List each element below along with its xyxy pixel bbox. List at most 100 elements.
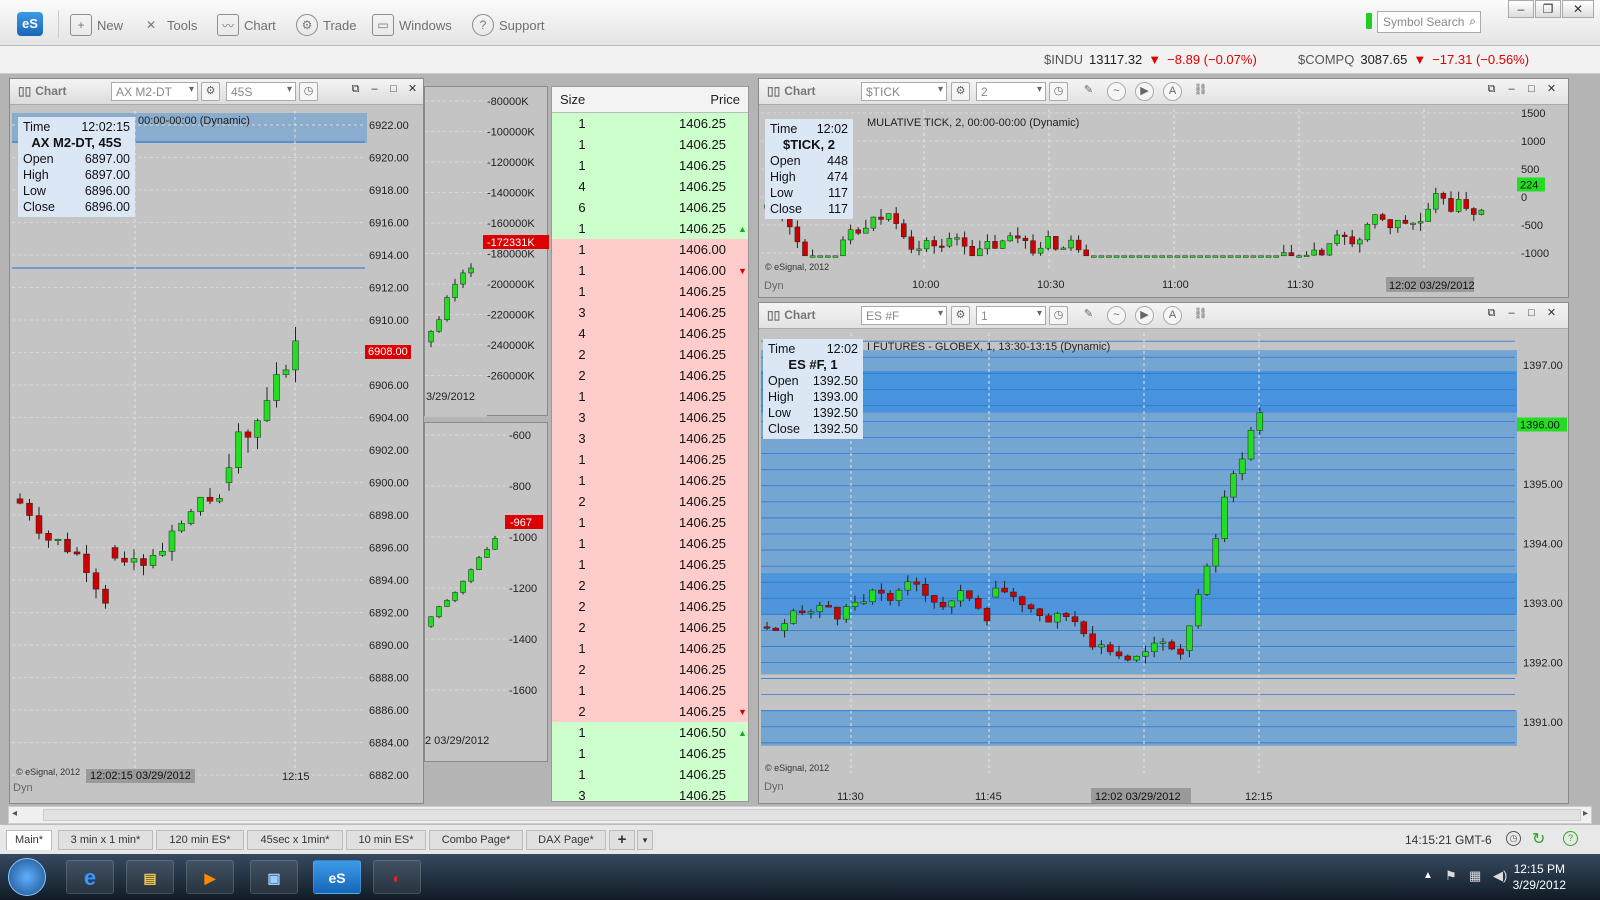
- candle: [492, 537, 498, 550]
- scroll-thumb[interactable]: [43, 809, 1581, 821]
- symbol-combo[interactable]: ES #F: [861, 306, 947, 325]
- tools-button[interactable]: ✕ Tools: [140, 12, 197, 38]
- tab-menu-chevron-icon[interactable]: ▾: [637, 830, 653, 850]
- popout-icon[interactable]: ⧉: [1484, 83, 1499, 97]
- restore-window-button[interactable]: ❐: [1535, 0, 1561, 18]
- minimize-icon[interactable]: –: [1504, 307, 1519, 321]
- maximize-icon[interactable]: □: [1524, 307, 1539, 321]
- dyn-button[interactable]: Dyn: [13, 782, 33, 794]
- quote-compq[interactable]: $COMPQ 3087.65 ▼ −17.31 (−0.56%): [1298, 52, 1529, 67]
- taskbar-clock[interactable]: 12:15 PM 3/29/2012: [1513, 861, 1566, 893]
- volume-icon[interactable]: ◀): [1493, 868, 1507, 884]
- chart-title[interactable]: ▯▯ Chart: [767, 84, 816, 98]
- file-explorer-icon[interactable]: ▤: [126, 860, 174, 894]
- alert-icon[interactable]: A: [1163, 306, 1182, 325]
- add-tab-button[interactable]: +: [609, 830, 635, 850]
- tape-row: 3 1406.25: [552, 785, 748, 801]
- clock-icon[interactable]: ◷: [1049, 82, 1068, 101]
- maximize-icon[interactable]: □: [386, 83, 401, 97]
- symbol-combo[interactable]: AX M2-DT: [111, 82, 198, 101]
- tape-size: 1: [578, 473, 586, 488]
- clock-icon[interactable]: ◷: [1049, 306, 1068, 325]
- tab-120min-es[interactable]: 120 min ES*: [156, 830, 244, 850]
- tray-expand-icon[interactable]: ▲: [1423, 870, 1433, 881]
- candle: [809, 255, 816, 258]
- minimize-icon[interactable]: –: [1504, 83, 1519, 97]
- interval-combo[interactable]: 1: [976, 306, 1046, 325]
- maximize-icon[interactable]: □: [1524, 83, 1539, 97]
- minimize-window-button[interactable]: –: [1508, 0, 1534, 18]
- new-button[interactable]: + New: [70, 12, 123, 38]
- internet-explorer-icon[interactable]: e: [66, 860, 114, 894]
- pencil-icon[interactable]: ✎: [1079, 306, 1098, 325]
- study-icon[interactable]: ~: [1107, 306, 1126, 325]
- chart-window-tick[interactable]: ▯▯Chart $TICK ⚙ 2 ◷ ✎ ~ ▶ A ⛓ ⧉ – □ ✕ 15…: [758, 78, 1569, 298]
- status-clock-icon[interactable]: ◷: [1506, 831, 1521, 846]
- play-icon[interactable]: ▶: [1135, 306, 1154, 325]
- settings-icon[interactable]: ⚙: [201, 82, 220, 101]
- pencil-icon[interactable]: ✎: [1079, 82, 1098, 101]
- status-ok-icon[interactable]: ?: [1563, 831, 1578, 846]
- app-taskbar-icon[interactable]: ◐: [373, 860, 421, 894]
- tab-dax-page[interactable]: DAX Page*: [526, 830, 606, 850]
- chart-window-ax[interactable]: ▯▯Chart AX M2-DT ⚙ 45S ◷ ⧉ – □ ✕ 6922.00…: [9, 78, 424, 804]
- settings-icon[interactable]: ⚙: [951, 82, 970, 101]
- media-player-icon[interactable]: ▶: [186, 860, 234, 894]
- time-label: Time: [768, 342, 796, 356]
- search-icon[interactable]: ⌕: [1469, 14, 1476, 29]
- dyn-button[interactable]: Dyn: [764, 781, 784, 793]
- time-and-sales-window[interactable]: Size Price 1 1406.25 1 1406.25 1 1406.25 4 1406.…: [551, 86, 749, 802]
- background-chart-bottom[interactable]: -600 -800 -1000 -1200 -1400 -1600 -967 2 03/29/…: [424, 422, 548, 762]
- size-header[interactable]: Size: [560, 92, 585, 107]
- network-icon[interactable]: ▦: [1469, 868, 1481, 884]
- close-icon[interactable]: ✕: [1544, 307, 1559, 321]
- chart-window-es[interactable]: ▯▯Chart ES #F ⚙ 1 ◷ ✎ ~ ▶ A ⛓ ⧉ – □ ✕ 13…: [758, 302, 1569, 804]
- action-center-icon[interactable]: ⚑: [1445, 868, 1457, 884]
- symbol-search-input[interactable]: Symbol Search ⌕: [1377, 11, 1481, 33]
- refresh-icon[interactable]: ↻: [1532, 829, 1545, 849]
- study-icon[interactable]: ~: [1107, 82, 1126, 101]
- horizontal-scrollbar[interactable]: ◂ ▸: [8, 806, 1592, 824]
- tab-3min-1min[interactable]: 3 min x 1 min*: [58, 830, 153, 850]
- minimize-icon[interactable]: –: [367, 83, 382, 97]
- interval-combo[interactable]: 2: [976, 82, 1046, 101]
- clock-icon[interactable]: ◷: [299, 82, 318, 101]
- close-icon[interactable]: ✕: [405, 83, 420, 97]
- tab-45sec-1min[interactable]: 45sec x 1min*: [247, 830, 343, 850]
- scroll-right-arrow-icon[interactable]: ▸: [1583, 808, 1588, 819]
- start-button-icon[interactable]: [8, 858, 46, 896]
- popout-icon[interactable]: ⧉: [1484, 307, 1499, 321]
- quote-indu[interactable]: $INDU 13117.32 ▼ −8.89 (−0.07%): [1044, 52, 1257, 67]
- play-icon[interactable]: ▶: [1135, 82, 1154, 101]
- close-icon[interactable]: ✕: [1544, 83, 1559, 97]
- price-header[interactable]: Price: [710, 92, 740, 107]
- interval-combo[interactable]: 45S: [226, 82, 296, 101]
- windows-button[interactable]: ▭ Windows: [372, 12, 452, 38]
- link-icon[interactable]: ⛓: [1191, 306, 1210, 325]
- chart-plot-area[interactable]: 1397.00 1396.00 1395.00 1394.00 1393.00 1392.…: [759, 329, 1568, 803]
- symbol-combo[interactable]: $TICK: [861, 82, 947, 101]
- tab-main[interactable]: Main*: [6, 830, 52, 850]
- alert-icon[interactable]: A: [1163, 82, 1182, 101]
- popout-icon[interactable]: ⧉: [348, 83, 363, 97]
- candle: [225, 467, 233, 483]
- chart-title[interactable]: ▯▯ Chart: [767, 308, 816, 322]
- esignal-logo[interactable]: eS: [17, 12, 43, 36]
- tape-size: 6: [578, 200, 586, 215]
- remote-desktop-icon[interactable]: ▣: [250, 860, 298, 894]
- scroll-left-arrow-icon[interactable]: ◂: [12, 808, 17, 819]
- background-chart-top[interactable]: -80000K -100000K -120000K -140000K -160000K -…: [424, 86, 549, 417]
- tab-10min-es[interactable]: 10 min ES*: [346, 830, 426, 850]
- chart-title[interactable]: ▯▯ Chart: [18, 84, 67, 98]
- link-icon[interactable]: ⛓: [1191, 82, 1210, 101]
- chart-plot-area[interactable]: 1500 1000 500 0 -500 -1000 10:00 10:30 11:00 11:3…: [759, 105, 1568, 297]
- tape-row: 1 1406.00 ▼: [552, 260, 748, 281]
- settings-icon[interactable]: ⚙: [951, 306, 970, 325]
- close-window-button[interactable]: ✕: [1562, 0, 1594, 18]
- tab-combo-page[interactable]: Combo Page*: [429, 830, 523, 850]
- chart-button[interactable]: 〰 Chart: [217, 12, 276, 38]
- dyn-button[interactable]: Dyn: [764, 280, 784, 292]
- esignal-taskbar-icon[interactable]: eS: [313, 860, 361, 894]
- support-button[interactable]: ? Support: [472, 12, 545, 38]
- trade-button[interactable]: ⚙ Trade: [296, 12, 356, 38]
